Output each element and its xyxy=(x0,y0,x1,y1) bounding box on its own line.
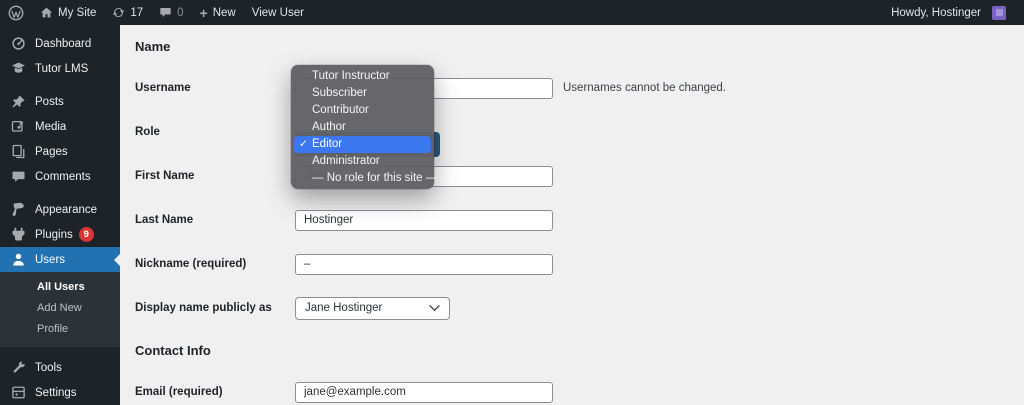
comments-count: 0 xyxy=(177,7,183,19)
role-label: Role xyxy=(135,126,295,138)
role-option-administrator[interactable]: Administrator xyxy=(291,153,434,170)
email-label: Email (required) xyxy=(135,386,295,398)
home-icon xyxy=(40,6,53,19)
last-name-input[interactable] xyxy=(295,210,553,231)
role-option-no-role[interactable]: — No role for this site — xyxy=(291,170,434,187)
email-row: Email (required) xyxy=(135,370,1024,405)
username-row: Username Usernames cannot be changed. xyxy=(135,66,1024,110)
pushpin-icon xyxy=(10,94,26,110)
sidebar-item-tools[interactable]: Tools xyxy=(0,355,120,380)
role-option-editor-label: Editor xyxy=(312,138,342,150)
sidebar-label: Posts xyxy=(35,96,64,108)
role-option-editor[interactable]: ✓ Editor xyxy=(294,136,431,153)
last-name-row: Last Name xyxy=(135,198,1024,242)
role-option-contributor[interactable]: Contributor xyxy=(291,102,434,119)
sidebar-label: Tools xyxy=(35,362,62,374)
first-name-label: First Name xyxy=(135,170,295,182)
new-button[interactable]: + New xyxy=(192,0,244,25)
sidebar-label: Appearance xyxy=(35,204,97,216)
contact-info-section-heading: Contact Info xyxy=(135,342,1024,360)
sidebar-label: Settings xyxy=(35,387,77,399)
wordpress-logo-icon xyxy=(8,5,24,21)
sidebar-label: Dashboard xyxy=(35,38,91,50)
comments-icon xyxy=(10,169,26,185)
pages-icon xyxy=(10,144,26,160)
sidebar-item-tutor-lms[interactable]: Tutor LMS xyxy=(0,56,120,81)
sidebar-item-plugins[interactable]: Plugins 9 xyxy=(0,222,120,247)
user-icon xyxy=(10,252,26,268)
sidebar-item-settings[interactable]: Settings xyxy=(0,380,120,405)
sidebar-item-media[interactable]: Media xyxy=(0,114,120,139)
users-submenu: All Users Add New Profile xyxy=(0,272,120,347)
email-input[interactable] xyxy=(295,382,553,403)
updates-button[interactable]: 17 xyxy=(104,0,151,25)
nickname-input[interactable] xyxy=(295,254,553,275)
my-site-label: My Site xyxy=(58,7,96,19)
avatar xyxy=(992,6,1006,20)
plug-icon xyxy=(10,227,26,243)
sidebar-label: Tutor LMS xyxy=(35,63,88,75)
role-option-tutor-instructor[interactable]: Tutor Instructor xyxy=(291,68,434,85)
username-label: Username xyxy=(135,82,295,94)
settings-icon xyxy=(10,385,26,401)
edit-user-page: Name Username Usernames cannot be change… xyxy=(120,25,1024,405)
graduation-cap-icon xyxy=(10,61,26,77)
updates-icon xyxy=(112,6,125,19)
role-row: Role xyxy=(135,110,1024,154)
username-note: Usernames cannot be changed. xyxy=(563,82,726,94)
howdy-label: Howdy, Hostinger xyxy=(891,7,981,19)
role-option-subscriber[interactable]: Subscriber xyxy=(291,85,434,102)
my-site-button[interactable]: My Site xyxy=(32,0,104,25)
sidebar-item-posts[interactable]: Posts xyxy=(0,89,120,114)
wrench-icon xyxy=(10,360,26,376)
display-name-row: Display name publicly as Jane Hostinger xyxy=(135,286,1024,330)
plus-icon: + xyxy=(200,6,208,20)
display-name-value: Jane Hostinger xyxy=(305,302,382,314)
current-menu-arrow xyxy=(114,254,120,266)
sidebar-item-comments[interactable]: Comments xyxy=(0,164,120,189)
sidebar-label: Comments xyxy=(35,171,91,183)
updates-count: 17 xyxy=(130,7,143,19)
comment-bubble-icon xyxy=(159,6,172,19)
sidebar-item-users[interactable]: Users xyxy=(0,247,120,272)
sidebar-label: Media xyxy=(35,121,66,133)
media-icon xyxy=(10,119,26,135)
admin-bar: My Site 17 0 + New View User Howdy, Host… xyxy=(0,0,1024,25)
role-dropdown-popup: Tutor Instructor Subscriber Contributor … xyxy=(291,65,434,189)
howdy-account-button[interactable]: Howdy, Hostinger xyxy=(883,0,1024,25)
submenu-item-profile[interactable]: Profile xyxy=(0,319,120,340)
display-name-label: Display name publicly as xyxy=(135,302,295,314)
dashboard-icon xyxy=(10,36,26,52)
check-icon: ✓ xyxy=(299,136,308,153)
comments-button[interactable]: 0 xyxy=(151,0,191,25)
first-name-row: First Name xyxy=(135,154,1024,198)
sidebar-label: Users xyxy=(35,254,65,266)
submenu-item-add-new[interactable]: Add New xyxy=(0,298,120,319)
new-label: New xyxy=(213,7,236,19)
plugins-update-badge: 9 xyxy=(79,227,94,242)
chevron-down-icon xyxy=(429,305,440,312)
sidebar-item-pages[interactable]: Pages xyxy=(0,139,120,164)
view-user-label: View User xyxy=(252,7,304,19)
view-user-button[interactable]: View User xyxy=(244,0,312,25)
sidebar-item-appearance[interactable]: Appearance xyxy=(0,197,120,222)
sidebar-label: Plugins xyxy=(35,229,73,241)
sidebar-label: Pages xyxy=(35,146,68,158)
display-name-select[interactable]: Jane Hostinger xyxy=(295,297,450,320)
name-section-heading: Name xyxy=(135,38,1024,56)
role-option-author[interactable]: Author xyxy=(291,119,434,136)
admin-sidebar: Dashboard Tutor LMS Posts Media Pages xyxy=(0,25,120,405)
last-name-label: Last Name xyxy=(135,214,295,226)
paintbrush-icon xyxy=(10,202,26,218)
wordpress-logo-button[interactable] xyxy=(0,0,32,25)
submenu-item-all-users[interactable]: All Users xyxy=(0,277,120,298)
nickname-row: Nickname (required) xyxy=(135,242,1024,286)
nickname-label: Nickname (required) xyxy=(135,258,295,270)
sidebar-item-dashboard[interactable]: Dashboard xyxy=(0,31,120,56)
